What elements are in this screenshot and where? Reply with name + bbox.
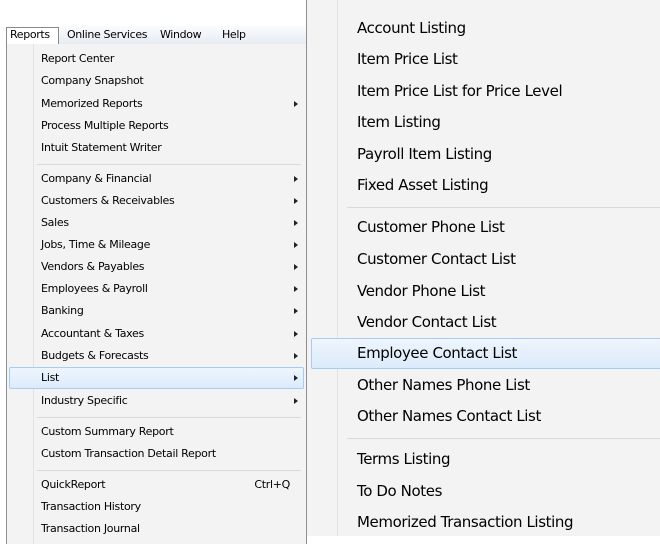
- submenu-item-customer-contact-list[interactable]: Customer Contact List: [311, 244, 660, 275]
- menu-item-budgets-forecasts[interactable]: Budgets & Forecasts: [9, 345, 304, 367]
- menu-item-transaction-history[interactable]: Transaction History: [9, 496, 304, 518]
- menu-item-label: Report Center: [41, 52, 115, 65]
- list-submenu: Account Listing Item Price List Item Pri…: [306, 0, 660, 536]
- menu-item-jobs-time-mileage[interactable]: Jobs, Time & Mileage: [9, 234, 304, 256]
- submenu-item-label: Other Names Contact List: [357, 407, 541, 425]
- menu-item-label: Industry Specific: [41, 394, 128, 407]
- submenu-arrow-icon: [294, 286, 298, 292]
- submenu-item-item-price-list[interactable]: Item Price List: [311, 44, 660, 75]
- submenu-arrow-icon: [294, 220, 298, 226]
- submenu-item-item-price-list-for-price-level[interactable]: Item Price List for Price Level: [311, 76, 660, 107]
- menu-item-employees-payroll[interactable]: Employees & Payroll: [9, 278, 304, 300]
- submenu-item-label: Fixed Asset Listing: [357, 176, 489, 194]
- menu-item-vendors-payables[interactable]: Vendors & Payables: [9, 256, 304, 278]
- menu-item-label: Budgets & Forecasts: [41, 349, 149, 362]
- submenu-arrow-icon: [294, 198, 298, 204]
- menu-item-label: Sales: [41, 216, 69, 229]
- menu-separator: [37, 164, 301, 165]
- menu-separator: [347, 207, 660, 208]
- submenu-item-label: Other Names Phone List: [357, 376, 530, 394]
- menu-item-label: Accountant & Taxes: [41, 327, 144, 340]
- submenu-item-label: Memorized Transaction Listing: [357, 513, 574, 531]
- submenu-item-terms-listing[interactable]: Terms Listing: [311, 444, 660, 475]
- menu-item-label: List: [41, 371, 60, 384]
- menu-item-label: Employees & Payroll: [41, 282, 148, 295]
- menu-item-customers-receivables[interactable]: Customers & Receivables: [9, 190, 304, 212]
- menu-item-label: Jobs, Time & Mileage: [41, 238, 151, 251]
- menu-item-label: Memorized Reports: [41, 97, 143, 110]
- submenu-item-vendor-contact-list[interactable]: Vendor Contact List: [311, 307, 660, 338]
- submenu-arrow-icon: [294, 176, 298, 182]
- menu-separator: [37, 470, 301, 471]
- menu-item-label: Custom Transaction Detail Report: [41, 447, 216, 460]
- submenu-item-label: Payroll Item Listing: [357, 145, 492, 163]
- menu-item-banking[interactable]: Banking: [9, 300, 304, 322]
- submenu-item-account-listing[interactable]: Account Listing: [311, 13, 660, 44]
- menu-item-label: QuickReport: [41, 478, 106, 491]
- submenu-item-vendor-phone-list[interactable]: Vendor Phone List: [311, 276, 660, 307]
- menu-item-list[interactable]: List: [9, 367, 304, 389]
- menu-item-accountant-taxes[interactable]: Accountant & Taxes: [9, 323, 304, 345]
- menu-item-company-snapshot[interactable]: Company Snapshot: [9, 70, 304, 92]
- reports-dropdown-menu: Report Center Company Snapshot Memorized…: [6, 44, 307, 544]
- submenu-item-other-names-contact-list[interactable]: Other Names Contact List: [311, 401, 660, 432]
- submenu-item-label: Employee Contact List: [357, 344, 518, 362]
- submenu-item-label: Terms Listing: [357, 450, 451, 468]
- menu-item-label: Intuit Statement Writer: [41, 141, 162, 154]
- menu-bar: Reports Online Services Window Help: [6, 26, 306, 45]
- menu-item-label: Transaction Journal: [41, 522, 140, 535]
- menu-item-custom-summary-report[interactable]: Custom Summary Report: [9, 421, 304, 443]
- submenu-item-item-listing[interactable]: Item Listing: [311, 107, 660, 138]
- submenu-item-label: Vendor Contact List: [357, 313, 497, 331]
- menu-separator: [347, 438, 660, 439]
- menu-item-report-center[interactable]: Report Center: [9, 48, 304, 70]
- menu-item-quickreport[interactable]: QuickReport Ctrl+Q: [9, 474, 304, 496]
- submenu-arrow-icon: [294, 101, 298, 107]
- menu-item-intuit-statement-writer[interactable]: Intuit Statement Writer: [9, 137, 304, 159]
- menu-item-memorized-reports[interactable]: Memorized Reports: [9, 93, 304, 115]
- submenu-arrow-icon: [294, 375, 298, 381]
- submenu-item-to-do-notes[interactable]: To Do Notes: [311, 476, 660, 507]
- submenu-item-memorized-transaction-listing[interactable]: Memorized Transaction Listing: [311, 507, 660, 538]
- submenu-item-label: Item Listing: [357, 113, 441, 131]
- menu-item-custom-transaction-detail-report[interactable]: Custom Transaction Detail Report: [9, 443, 304, 465]
- menu-item-transaction-journal[interactable]: Transaction Journal: [9, 518, 304, 540]
- submenu-item-label: Item Price List for Price Level: [357, 82, 563, 100]
- submenu-item-label: Item Price List: [357, 50, 458, 68]
- menu-item-process-multiple-reports[interactable]: Process Multiple Reports: [9, 115, 304, 137]
- submenu-item-label: Vendor Phone List: [357, 282, 486, 300]
- menu-item-label: Transaction History: [41, 500, 141, 513]
- menu-item-sales[interactable]: Sales: [9, 212, 304, 234]
- submenu-item-label: Account Listing: [357, 19, 466, 37]
- menu-help[interactable]: Help: [219, 27, 249, 42]
- submenu-arrow-icon: [294, 308, 298, 314]
- menu-item-label: Customers & Receivables: [41, 194, 175, 207]
- submenu-item-other-names-phone-list[interactable]: Other Names Phone List: [311, 370, 660, 401]
- submenu-arrow-icon: [294, 398, 298, 404]
- submenu-item-label: Customer Phone List: [357, 218, 505, 236]
- menu-online-services[interactable]: Online Services: [64, 27, 150, 42]
- submenu-item-payroll-item-listing[interactable]: Payroll Item Listing: [311, 139, 660, 170]
- submenu-arrow-icon: [294, 242, 298, 248]
- submenu-item-customer-phone-list[interactable]: Customer Phone List: [311, 212, 660, 243]
- menu-item-label: Vendors & Payables: [41, 260, 145, 273]
- menu-window[interactable]: Window: [157, 27, 204, 42]
- menu-item-industry-specific[interactable]: Industry Specific: [9, 390, 304, 412]
- menu-item-shortcut: Ctrl+Q: [254, 478, 290, 491]
- menu-item-label: Custom Summary Report: [41, 425, 174, 438]
- menu-item-label: Company Snapshot: [41, 74, 144, 87]
- menu-item-label: Company & Financial: [41, 172, 152, 185]
- menu-item-label: Process Multiple Reports: [41, 119, 169, 132]
- menu-separator: [37, 417, 301, 418]
- submenu-item-employee-contact-list[interactable]: Employee Contact List: [311, 338, 660, 369]
- menu-item-company-financial[interactable]: Company & Financial: [9, 168, 304, 190]
- submenu-arrow-icon: [294, 264, 298, 270]
- submenu-arrow-icon: [294, 353, 298, 359]
- menu-reports[interactable]: Reports: [6, 27, 59, 44]
- menu-item-label: Banking: [41, 304, 84, 317]
- submenu-item-fixed-asset-listing[interactable]: Fixed Asset Listing: [311, 170, 660, 201]
- submenu-item-label: To Do Notes: [357, 482, 442, 500]
- submenu-arrow-icon: [294, 331, 298, 337]
- submenu-item-label: Customer Contact List: [357, 250, 516, 268]
